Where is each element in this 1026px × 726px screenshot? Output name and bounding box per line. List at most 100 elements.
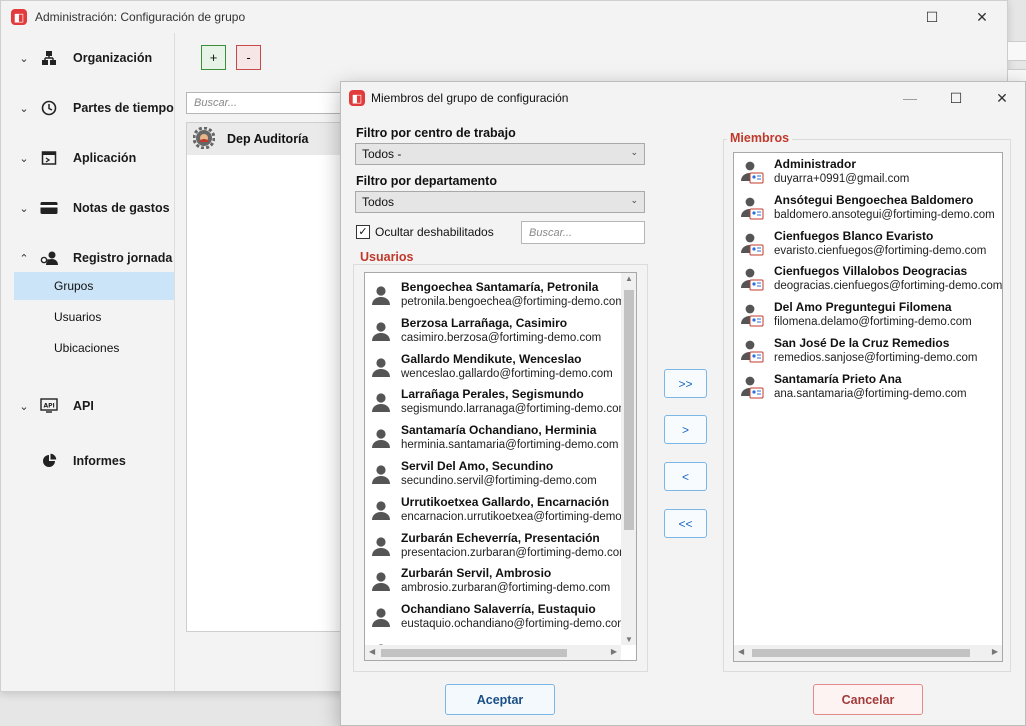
- user-list-item[interactable]: Ochandiano Salaverría, Eustaquio eustaqui…: [365, 599, 627, 635]
- member-list-item[interactable]: Santamaría Prieto Ana ana.santamaria@fort…: [734, 369, 967, 405]
- users-list[interactable]: Bengoechea Santamaría, Petronila petronil…: [364, 272, 637, 661]
- users-hscroll-thumb[interactable]: [381, 649, 567, 657]
- sidebar-item-label: Notas de gastos: [73, 201, 170, 215]
- chevron-down-icon: ⌄: [19, 102, 29, 115]
- scroll-up-icon[interactable]: ▲: [625, 274, 633, 283]
- chevron-down-icon: ⌄: [630, 195, 638, 205]
- member-list-item[interactable]: Ansótegui Bengoechea Baldomero baldomero.…: [734, 190, 995, 226]
- users-horizontal-scrollbar[interactable]: ◀ ▶: [365, 645, 621, 660]
- row-name: Cienfuegos Blanco Evaristo: [774, 228, 934, 243]
- user-list-item[interactable]: Bengoechea Santamaría, Petronila petronil…: [365, 277, 625, 313]
- scroll-down-icon[interactable]: ▼: [625, 635, 633, 644]
- sidebar-subitem-grupos[interactable]: Grupos: [14, 272, 174, 300]
- sidebar-item-notas-de-gastos[interactable]: ⌄ Notas de gastos: [1, 190, 175, 226]
- scroll-left-icon[interactable]: ◀: [738, 647, 744, 656]
- members-hscroll-thumb[interactable]: [752, 649, 970, 657]
- close-icon[interactable]: ✕: [979, 83, 1025, 113]
- department-filter-select[interactable]: Todos ⌄: [355, 191, 645, 213]
- sidebar-item-organizacion[interactable]: ⌄ Organización: [1, 40, 175, 76]
- main-window-title: Administración: Configuración de grupo: [35, 10, 246, 24]
- chevron-down-icon: ⌄: [19, 400, 29, 413]
- move-all-right-button[interactable]: >>: [664, 369, 707, 398]
- member-list-item[interactable]: Del Amo Preguntegui Filomena filomena.del…: [734, 297, 972, 333]
- row-name: Servil Del Amo, Secundino: [401, 459, 554, 473]
- minimize-icon[interactable]: —: [887, 83, 933, 113]
- row-name: Gallardo Mendikute, Wenceslao: [401, 351, 582, 366]
- maximize-icon[interactable]: ☐: [933, 83, 979, 113]
- user-avatar-icon: [371, 428, 391, 449]
- user-list-item[interactable]: Zurbarán Echeverría, Presentación present…: [365, 528, 629, 564]
- group-name: Dep Auditoría: [227, 132, 309, 146]
- move-right-button[interactable]: >: [664, 415, 707, 444]
- users-scroll-thumb[interactable]: [624, 290, 634, 530]
- row-name: Zurbarán Servil, Ambrosio: [401, 566, 552, 581]
- row-email: segismundo.larranaga@fortiming-demo.com: [401, 403, 629, 416]
- user-avatar-icon: [371, 571, 391, 592]
- sidebar-item-label: Organización: [73, 51, 153, 65]
- app-logo-icon: ◧: [11, 9, 27, 25]
- sidebar-item-registro-jornada[interactable]: ⌃ Registro jornada: [1, 240, 175, 276]
- remove-group-button[interactable]: -: [236, 45, 261, 70]
- move-all-left-button[interactable]: <<: [664, 509, 707, 538]
- user-avatar-icon: [371, 357, 391, 377]
- sidebar-item-partes-de-tiempo[interactable]: ⌄ Partes de tiempo: [1, 90, 175, 126]
- row-text: San José De la Cruz Remedios remedios.san…: [774, 336, 977, 366]
- maximize-icon[interactable]: ☐: [909, 2, 955, 32]
- members-horizontal-scrollbar[interactable]: ◀ ▶: [734, 645, 1002, 661]
- sidebar-item-aplicacion[interactable]: ⌄ Aplicación: [1, 140, 175, 176]
- row-email: herminia.santamaria@fortiming-demo.com: [401, 439, 619, 452]
- user-list-item[interactable]: Servil Del Amo, Secundino secundino.servi…: [365, 456, 597, 492]
- hide-disabled-checkbox[interactable]: ✓ Ocultar deshabilitados: [356, 225, 494, 239]
- add-group-button[interactable]: +: [201, 45, 226, 70]
- credit-card-icon: [39, 198, 59, 218]
- row-text: Ochandiano Salaverría, Eustaquio eustaqui…: [401, 602, 627, 632]
- row-text: Bengoechea Santamaría, Petronila petronil…: [401, 280, 625, 310]
- group-list: Dep Auditoría: [186, 122, 344, 632]
- svg-text:API: API: [44, 403, 55, 410]
- accept-button[interactable]: Aceptar: [445, 684, 555, 715]
- group-row[interactable]: Dep Auditoría: [187, 123, 343, 155]
- row-email: eustaquio.ochandiano@fortiming-demo.com: [401, 618, 627, 631]
- gear-group-icon: [192, 126, 216, 152]
- sidebar-subitem-ubicaciones[interactable]: Ubicaciones: [14, 334, 174, 362]
- users-vertical-scrollbar[interactable]: ▲ ▼: [621, 273, 636, 645]
- app-logo-icon: ◧: [349, 90, 365, 106]
- user-avatar-icon: [371, 607, 391, 628]
- member-list-item[interactable]: Cienfuegos Villalobos Deogracias deograci…: [734, 261, 1002, 297]
- sidebar-item-api[interactable]: ⌄ API API: [1, 388, 175, 424]
- row-text: Zurbarán Echeverría, Presentación present…: [401, 531, 629, 561]
- members-dialog: ◧ Miembros del grupo de configuración — …: [340, 81, 1026, 726]
- row-name: Cienfuegos Villalobos Deogracias: [774, 264, 968, 279]
- checkmark-icon: ✓: [356, 225, 370, 239]
- user-list-item[interactable]: Gallardo Mendikute, Wenceslao wenceslao.g…: [365, 349, 613, 385]
- user-list-item[interactable]: Larrañaga Perales, Segismundo segismundo.…: [365, 384, 628, 420]
- user-search-input[interactable]: Buscar...: [521, 221, 645, 244]
- row-email: remedios.sanjose@fortiming-demo.com: [774, 352, 978, 364]
- user-list-item[interactable]: Zurbarán Servil, Ambrosio ambrosio.zurbar…: [365, 563, 610, 599]
- sidebar-item-informes[interactable]: Informes: [1, 443, 175, 479]
- user-list-item[interactable]: Urrutikoetxea Gallardo, Encarnación encar…: [365, 492, 636, 528]
- row-text: Santamaría Ochandiano, Herminia herminia.…: [401, 423, 618, 453]
- scroll-right-icon[interactable]: ▶: [611, 647, 617, 656]
- row-email: deogracias.cienfuegos@fortiming-demo.com: [774, 280, 1003, 293]
- group-search-input[interactable]: Buscar...: [186, 92, 344, 114]
- members-list[interactable]: Administrador duyarra+0991@gmail.com Ansót…: [733, 152, 1003, 662]
- member-list-item[interactable]: Cienfuegos Blanco Evaristo evaristo.cienf…: [734, 226, 986, 262]
- close-icon[interactable]: ✕: [959, 2, 1005, 32]
- sidebar-subitem-usuarios[interactable]: Usuarios: [14, 303, 174, 331]
- chevron-down-icon: ⌄: [19, 152, 29, 165]
- move-left-button[interactable]: <: [664, 462, 707, 491]
- user-list-item[interactable]: Santamaría Ochandiano, Herminia herminia.…: [365, 420, 618, 456]
- sidebar-item-label: Registro jornada: [73, 251, 173, 265]
- row-email: petronila.bengoechea@fortiming-demo.com: [401, 296, 625, 308]
- user-list-item[interactable]: Berzosa Larrañaga, Casimiro casimiro.berz…: [365, 313, 601, 349]
- scroll-right-icon[interactable]: ▶: [992, 647, 998, 656]
- member-list-item[interactable]: Administrador duyarra+0991@gmail.com: [734, 154, 909, 190]
- cancel-button[interactable]: Cancelar: [813, 684, 923, 715]
- scroll-left-icon[interactable]: ◀: [369, 647, 375, 656]
- member-list-item[interactable]: San José De la Cruz Remedios remedios.san…: [734, 333, 977, 369]
- hide-disabled-label: Ocultar deshabilitados: [375, 225, 494, 239]
- workcenter-filter-select[interactable]: Todos - ⌄: [355, 143, 645, 165]
- chevron-up-icon: ⌃: [19, 252, 29, 265]
- member-card-icon: [740, 375, 764, 399]
